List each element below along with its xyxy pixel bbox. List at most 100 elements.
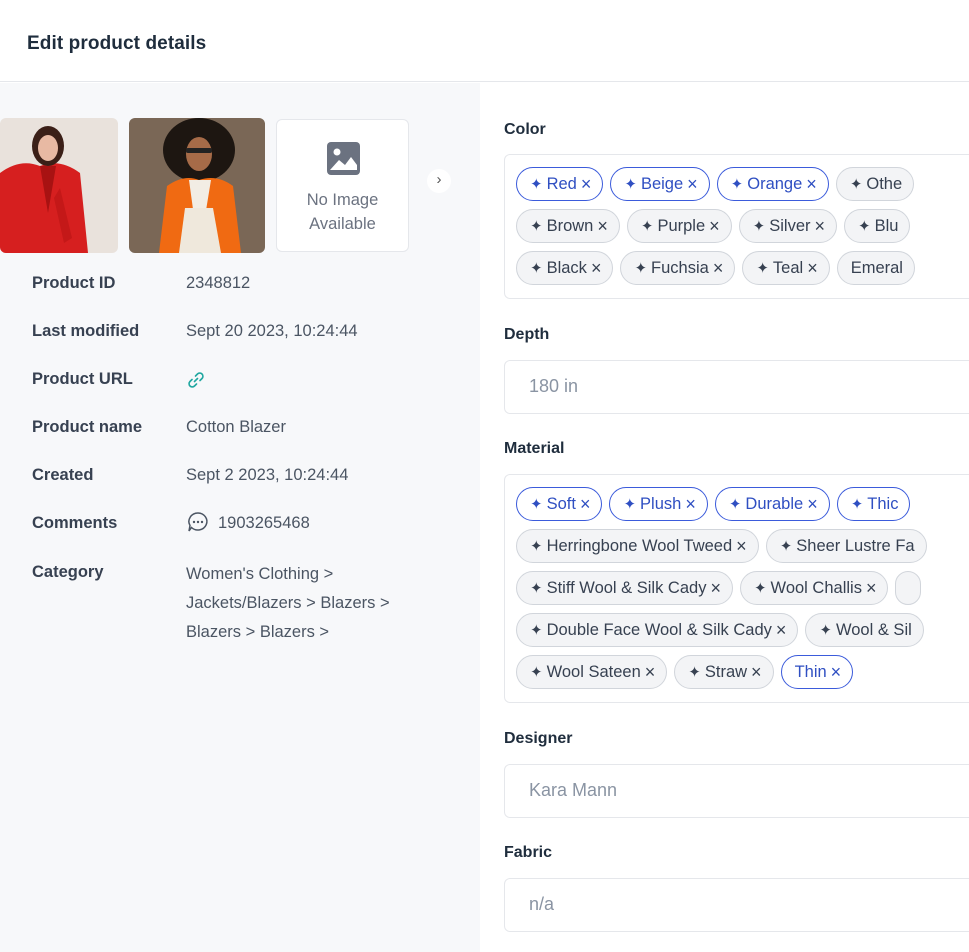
tag-label: Wool Challis [770,578,862,597]
attribute-tag[interactable]: ✦ Purple × [626,209,732,243]
attributes-panel: Color ✦ Red × ✦ Beige × ✦ Orange × ✦ Othe ✦ Brown × ✦ P… [480,83,969,952]
ai-sparkle-icon: ✦ [530,538,543,555]
remove-tag-icon[interactable]: × [776,621,787,639]
attribute-tag[interactable]: ✦ Orange × [716,167,829,201]
remove-tag-icon[interactable]: × [807,495,818,513]
link-icon [188,372,204,388]
attribute-tag[interactable]: ✦ Straw × [674,655,774,689]
attribute-tag[interactable]: ✦ Brown × [516,209,620,243]
fabric-value: n/a [529,894,555,914]
remove-tag-icon[interactable]: × [709,217,720,235]
tag-row: ✦ Red × ✦ Beige × ✦ Orange × ✦ Othe [516,167,915,201]
product-info-panel: No Image Available › Product ID 2348812 … [0,83,480,952]
depth-value: 180 in [529,376,579,396]
tag-row: ✦ Double Face Wool & Silk Cady × ✦ Wool & Si… [516,613,924,647]
image-placeholder-icon [327,142,360,175]
remove-tag-icon[interactable]: × [685,495,696,513]
attribute-tag[interactable]: ✦ Black × [516,251,614,285]
attribute-tag[interactable]: ✦ Beige × [610,167,710,201]
attribute-tag[interactable]: ✦ Othe [835,167,915,201]
ai-sparkle-icon: ✦ [530,664,543,681]
attribute-tag[interactable]: Emeral [836,251,915,285]
attribute-tag[interactable]: ✦ Stiff Wool & Silk Cady × [516,571,733,605]
remove-tag-icon[interactable]: × [866,579,877,597]
tag-label: Brown [546,216,594,235]
remove-tag-icon[interactable]: × [807,259,818,277]
product-url-link[interactable] [186,365,466,400]
remove-tag-icon[interactable]: × [710,579,721,597]
remove-tag-icon[interactable]: × [713,259,724,277]
attribute-tag[interactable]: ✦ Wool Challis × [739,571,889,605]
tag-label: Silver [769,216,811,235]
detail-label: Product ID [32,274,116,292]
ai-sparkle-icon: ✦ [849,176,863,193]
product-image-1[interactable] [0,118,118,253]
ai-sparkle-icon: ✦ [624,176,637,193]
detail-label: Product name [32,418,143,436]
attribute-tag[interactable]: ✦ Silver × [738,209,838,243]
attribute-tag[interactable]: ✦ Double Face Wool & Silk Cady × [516,613,799,647]
remove-tag-icon[interactable]: × [597,217,608,235]
remove-tag-icon[interactable]: × [736,537,747,555]
tag-label: Orange [747,174,803,193]
attribute-tag[interactable]: ✦ Soft × [516,487,603,521]
tag-label: Sheer Lustre Fa [796,536,915,555]
remove-tag-icon[interactable]: × [645,663,656,681]
ai-sparkle-icon: ✦ [819,622,832,639]
tag-label: Stiff Wool & Silk Cady [546,578,707,597]
remove-tag-icon[interactable]: × [581,175,592,193]
detail-label: Last modified [32,322,140,340]
detail-value: Cotton Blazer [186,418,286,436]
tag-label: Thic [867,494,899,513]
category-line: Women's Clothing > [186,565,334,583]
remove-tag-icon[interactable]: × [831,663,842,681]
remove-tag-icon[interactable]: × [687,175,698,193]
gallery-next-button[interactable]: › [427,169,451,193]
attribute-tag[interactable]: ✦ Red × [516,167,604,201]
no-image-placeholder: No Image Available [276,119,409,252]
ai-sparkle-icon: ✦ [640,218,654,235]
tag-label: Othe [866,174,903,193]
remove-tag-icon[interactable]: × [815,217,826,235]
remove-tag-icon[interactable]: × [580,495,591,513]
tag-row: ✦ Stiff Wool & Silk Cady × ✦ Wool Challis × [516,571,922,605]
remove-tag-icon[interactable]: × [591,259,602,277]
attribute-tag[interactable]: ✦ Fuchsia × [620,251,736,285]
material-tag-field[interactable]: ✦ Soft × ✦ Plush × ✦ Durable × ✦ Thic ✦ Herringbone … [504,474,969,703]
product-image-2[interactable] [129,118,265,253]
fabric-input[interactable]: n/a [504,878,969,932]
attribute-tag[interactable]: ✦ Wool Sateen × [516,655,668,689]
detail-value: Sept 20 2023, 10:24:44 [186,322,358,340]
no-image-text-line1: No Image [306,191,379,209]
attribute-tag[interactable]: ✦ Thic [836,487,911,521]
attribute-tag[interactable]: ✦ Herringbone Wool Tweed × [516,529,759,563]
remove-tag-icon[interactable]: × [806,175,817,193]
detail-value: 2348812 [186,274,251,292]
attribute-tag[interactable]: ✦ Teal × [742,251,830,285]
attribute-tag[interactable]: ✦ Wool & Sil [805,613,924,647]
ai-sparkle-icon: ✦ [623,496,637,513]
ai-sparkle-icon: ✦ [530,260,543,277]
detail-label: Comments [32,514,118,532]
attribute-tag[interactable] [895,571,922,605]
ai-sparkle-icon: ✦ [530,176,543,193]
ai-sparkle-icon: ✦ [858,218,871,235]
attribute-tag[interactable]: ✦ Sheer Lustre Fa [765,529,927,563]
tag-label: Black [546,258,587,277]
depth-input[interactable]: 180 in [504,360,969,414]
comments-value[interactable]: 1903265468 [186,509,466,538]
category-line: Blazers > Blazers > [186,623,330,641]
remove-tag-icon[interactable]: × [751,663,762,681]
attribute-tag[interactable]: ✦ Plush × [609,487,708,521]
category-path: Women's Clothing > Jackets/Blazers > Bla… [186,560,466,647]
color-tag-field[interactable]: ✦ Red × ✦ Beige × ✦ Orange × ✦ Othe ✦ Brown × ✦ Purple ×… [504,154,969,299]
ai-sparkle-icon: ✦ [530,622,543,639]
attribute-tag[interactable]: Thin × [780,655,854,689]
no-image-text-line2: Available [309,215,376,233]
tag-label: Plush [640,494,682,513]
attribute-tag[interactable]: ✦ Blu [844,209,911,243]
attribute-tag[interactable]: ✦ Durable × [714,487,830,521]
tag-label: Wool & Sil [835,620,912,639]
ai-sparkle-icon: ✦ [530,496,543,513]
designer-input[interactable]: Kara Mann [504,764,969,818]
